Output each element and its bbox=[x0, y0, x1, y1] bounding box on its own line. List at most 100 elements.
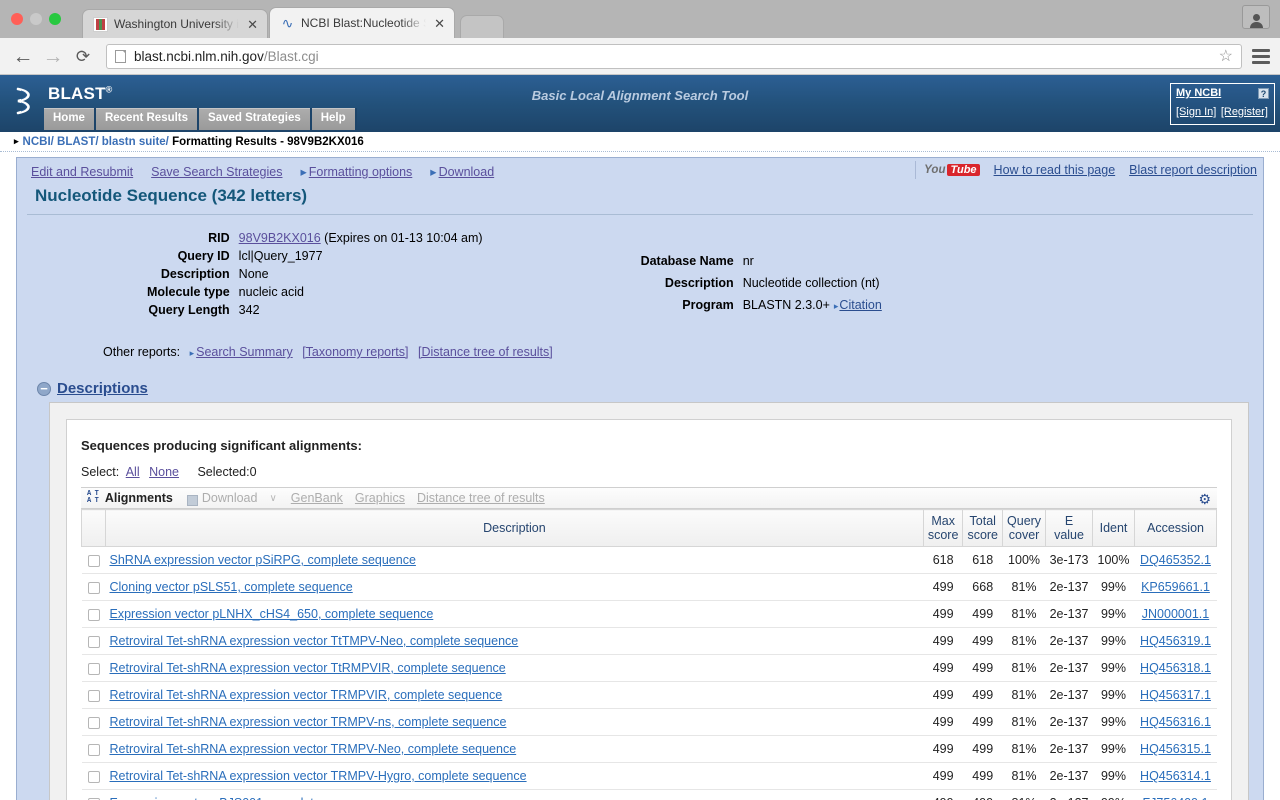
nav-tab-recent-results[interactable]: Recent Results bbox=[95, 108, 200, 130]
maximize-window-button[interactable] bbox=[49, 13, 61, 25]
significant-alignments-heading: Sequences producing significant alignmen… bbox=[81, 438, 362, 453]
column-header-e-value[interactable]: Evalue bbox=[1045, 509, 1093, 547]
row-select-checkbox[interactable] bbox=[87, 581, 100, 594]
descriptions-section-title[interactable]: Descriptions bbox=[57, 380, 148, 397]
row-accession-link[interactable]: HQ456315.1 bbox=[1140, 742, 1211, 756]
taxonomy-reports-link[interactable]: [Taxonomy reports] bbox=[302, 345, 408, 359]
row-description-link[interactable]: Retroviral Tet-shRNA expression vector T… bbox=[110, 715, 507, 729]
row-description-cell: Cloning vector pSLS51, complete sequence bbox=[105, 573, 924, 601]
tab-close-icon[interactable]: ✕ bbox=[434, 17, 445, 30]
distance-tree-of-results-link[interactable]: [Distance tree of results] bbox=[418, 345, 553, 359]
minimize-window-button[interactable] bbox=[30, 13, 42, 25]
download-button[interactable]: Download bbox=[202, 491, 258, 505]
row-select-checkbox[interactable] bbox=[87, 635, 100, 648]
rid-link[interactable]: 98V9B2KX016 bbox=[239, 231, 321, 245]
row-accession-link[interactable]: HQ456316.1 bbox=[1140, 715, 1211, 729]
column-header-total-score[interactable]: Total score bbox=[962, 509, 1004, 547]
row-accession-link[interactable]: KP659661.1 bbox=[1141, 580, 1210, 594]
row-description-link[interactable]: Cloning vector pSLS51, complete sequence bbox=[110, 580, 353, 594]
register-link[interactable]: [Register] bbox=[1221, 106, 1268, 118]
row-select-checkbox[interactable] bbox=[87, 608, 100, 621]
row-ident-cell: 99% bbox=[1092, 789, 1135, 800]
column-header-ident[interactable]: Ident bbox=[1092, 509, 1135, 547]
row-description-link[interactable]: Retroviral Tet-shRNA expression vector T… bbox=[110, 661, 506, 675]
collapse-minus-icon[interactable]: − bbox=[37, 381, 51, 396]
row-accession-link[interactable]: HQ456314.1 bbox=[1140, 769, 1211, 783]
close-window-button[interactable] bbox=[11, 13, 23, 25]
row-select-checkbox[interactable] bbox=[87, 743, 100, 756]
bookmark-star-icon[interactable]: ☆ bbox=[1219, 46, 1233, 66]
alignments-label[interactable]: Alignments bbox=[105, 491, 173, 505]
save-search-strategies-link[interactable]: Save Search Strategies bbox=[151, 165, 282, 179]
tab-close-icon[interactable]: ✕ bbox=[247, 18, 258, 31]
citation-link[interactable]: Citation bbox=[839, 298, 881, 312]
browser-menu-icon[interactable] bbox=[1252, 46, 1270, 67]
row-description-link[interactable]: Expression vector pBJS001, complete sequ… bbox=[110, 796, 379, 800]
column-header-accession[interactable]: Accession bbox=[1134, 509, 1217, 547]
row-description-link[interactable]: Retroviral Tet-shRNA expression vector T… bbox=[110, 688, 503, 702]
browser-tab-ncbi-blast[interactable]: ∿ NCBI Blast:Nucleotide Sequ ✕ bbox=[269, 7, 455, 38]
row-description-link[interactable]: Expression vector pLNHX_cHS4_650, comple… bbox=[110, 607, 434, 621]
meta-row-query-length: Query Length 342 bbox=[147, 301, 483, 319]
distance-tree-link[interactable]: Distance tree of results bbox=[417, 491, 545, 505]
row-select-cell bbox=[81, 600, 106, 628]
row-select-checkbox[interactable] bbox=[87, 716, 100, 729]
edit-and-resubmit-link[interactable]: Edit and Resubmit bbox=[31, 165, 133, 179]
download-link[interactable]: Download bbox=[430, 164, 495, 179]
row-select-checkbox[interactable] bbox=[87, 662, 100, 675]
select-all-link[interactable]: All bbox=[126, 465, 140, 479]
select-none-link[interactable]: None bbox=[149, 465, 179, 479]
row-description-link[interactable]: Retroviral Tet-shRNA expression vector T… bbox=[110, 634, 519, 648]
nav-tab-home[interactable]: Home bbox=[44, 108, 96, 130]
formatting-options-link[interactable]: Formatting options bbox=[300, 164, 413, 179]
row-description-link[interactable]: ShRNA expression vector pSiRPG, complete… bbox=[110, 553, 416, 567]
row-description-link[interactable]: Retroviral Tet-shRNA expression vector T… bbox=[110, 742, 517, 756]
breadcrumb-current: Formatting Results - 98V9B2KX016 bbox=[172, 135, 364, 148]
row-accession-link[interactable]: HQ456319.1 bbox=[1140, 634, 1211, 648]
column-header-max-score[interactable]: Max score bbox=[922, 509, 964, 547]
reload-icon[interactable]: ⟳ bbox=[68, 46, 98, 67]
graphics-link[interactable]: Graphics bbox=[355, 491, 405, 505]
select-row: Select: All None Selected:0 bbox=[81, 465, 1217, 479]
descriptions-section-header: − Descriptions bbox=[17, 375, 1263, 402]
page-title: Nucleotide Sequence (342 letters) bbox=[35, 186, 308, 205]
row-accession-link[interactable]: HQ456317.1 bbox=[1140, 688, 1211, 702]
how-to-read-this-page-link[interactable]: How to read this page bbox=[994, 163, 1116, 177]
row-total-score-cell: 668 bbox=[962, 573, 1003, 601]
nav-tab-saved-strategies[interactable]: Saved Strategies bbox=[199, 108, 312, 130]
row-accession-link[interactable]: HQ456318.1 bbox=[1140, 661, 1211, 675]
address-bar[interactable]: blast.ncbi.nlm.nih.gov/Blast.cgi ☆ bbox=[106, 43, 1242, 69]
nav-tab-help[interactable]: Help bbox=[311, 108, 357, 130]
my-ncbi-link[interactable]: My NCBI bbox=[1176, 87, 1221, 99]
row-select-checkbox[interactable] bbox=[87, 689, 100, 702]
forward-icon[interactable]: → bbox=[38, 46, 68, 67]
meta-label: Molecule type bbox=[147, 285, 230, 299]
chevron-down-icon[interactable]: ∨ bbox=[269, 493, 276, 504]
row-accession-link[interactable]: FJ756409.1 bbox=[1142, 796, 1208, 800]
gear-icon[interactable]: ⚙ bbox=[1198, 491, 1211, 508]
search-summary-link[interactable]: Search Summary bbox=[196, 345, 293, 359]
profile-avatar-icon[interactable] bbox=[1242, 5, 1270, 29]
sign-in-link[interactable]: [Sign In] bbox=[1176, 106, 1216, 118]
breadcrumb-item-blastn-suite[interactable]: blastn suite/ bbox=[102, 136, 169, 148]
browser-tab-washu[interactable]: Washington University in S ✕ bbox=[82, 9, 268, 38]
breadcrumb-item-blast[interactable]: BLAST/ bbox=[57, 136, 99, 148]
back-icon[interactable]: ← bbox=[8, 46, 38, 67]
row-select-checkbox[interactable] bbox=[87, 770, 100, 783]
row-accession-link[interactable]: DQ465352.1 bbox=[1140, 553, 1211, 567]
blast-report-description-link[interactable]: Blast report description bbox=[1129, 163, 1257, 177]
row-total-score-cell: 499 bbox=[962, 735, 1003, 763]
genbank-link[interactable]: GenBank bbox=[291, 491, 343, 505]
meta-value: nucleic acid bbox=[238, 285, 304, 299]
column-header-description[interactable]: Description bbox=[105, 509, 924, 547]
row-select-checkbox[interactable] bbox=[87, 554, 100, 567]
new-tab-button[interactable] bbox=[460, 15, 504, 38]
row-description-link[interactable]: Retroviral Tet-shRNA expression vector T… bbox=[110, 769, 527, 783]
meta-row-query-id: Query ID lcl|Query_1977 bbox=[147, 247, 483, 265]
help-question-icon[interactable]: ? bbox=[1258, 87, 1269, 99]
row-select-cell bbox=[81, 735, 106, 763]
column-header-query-cover[interactable]: Query cover bbox=[1002, 509, 1047, 547]
breadcrumb-item-ncbi[interactable]: NCBI/ bbox=[23, 136, 54, 148]
tab-title: NCBI Blast:Nucleotide Sequ bbox=[301, 16, 426, 30]
row-accession-link[interactable]: JN000001.1 bbox=[1142, 607, 1209, 621]
